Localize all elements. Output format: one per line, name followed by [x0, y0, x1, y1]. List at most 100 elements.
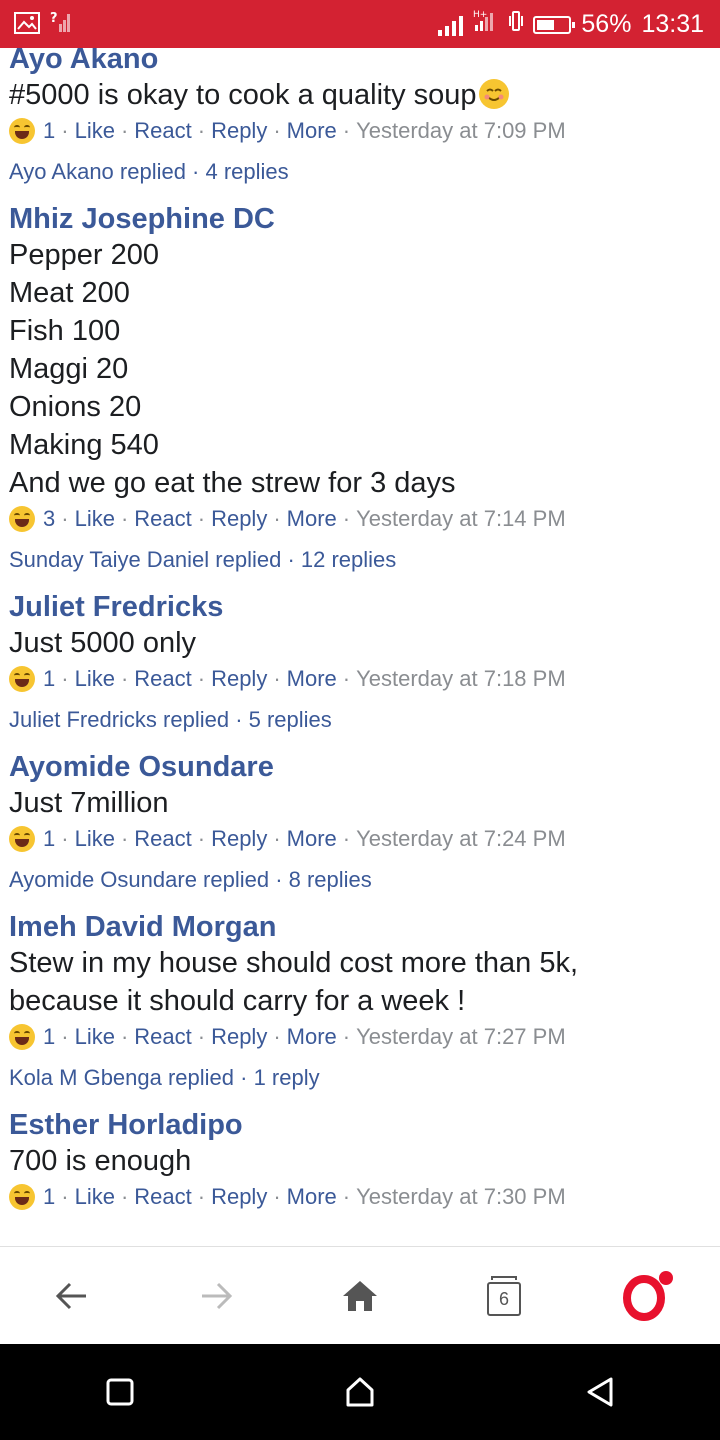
more-link[interactable]: More	[287, 1184, 337, 1210]
comment-meta: 1 · Like · React · Reply · More · Yesterday a…	[9, 822, 720, 856]
react-link[interactable]: React	[134, 1184, 191, 1210]
comment-timestamp: Yesterday at 7:14 PM	[356, 506, 566, 531]
haha-reaction-icon[interactable]	[9, 666, 35, 692]
signal-hplus-icon: H+	[473, 8, 499, 41]
comment-text: #5000 is okay to cook a quality soup	[9, 76, 720, 114]
comment-text: 700 is enough	[9, 1145, 192, 1177]
comment-text: Just 7million	[9, 787, 169, 819]
reply-link[interactable]: Reply	[211, 666, 267, 692]
comment-meta: 1 · Like · React · Reply · More · Yesterday a…	[9, 1180, 720, 1214]
react-link[interactable]: React	[134, 1024, 191, 1050]
comment: Imeh David Morgan Stew in my house shoul…	[0, 910, 720, 1096]
more-link[interactable]: More	[287, 118, 337, 144]
comment: Esther Horladipo 700 is enough 1 · Like ·…	[0, 1108, 720, 1214]
like-link[interactable]: Like	[75, 118, 115, 144]
like-link[interactable]: Like	[75, 1024, 115, 1050]
comment-author[interactable]: Juliet Fredricks	[9, 590, 720, 624]
comment-author[interactable]: Imeh David Morgan	[9, 910, 720, 944]
reaction-count[interactable]: 3	[43, 506, 55, 532]
more-link[interactable]: More	[287, 1024, 337, 1050]
comment-timestamp: Yesterday at 7:09 PM	[356, 118, 566, 143]
haha-reaction-icon[interactable]	[9, 506, 35, 532]
reaction-count[interactable]: 1	[43, 826, 55, 852]
comment-text: Pepper 200 Meat 200 Fish 100 Maggi 20 On…	[9, 239, 456, 499]
replies-link[interactable]: Kola M Gbenga replied · 1 reply	[9, 1060, 720, 1096]
battery-percent: 56%	[581, 10, 632, 38]
react-link[interactable]: React	[134, 118, 191, 144]
reply-link[interactable]: Reply	[211, 506, 267, 532]
more-link[interactable]: More	[287, 826, 337, 852]
react-link[interactable]: React	[134, 666, 191, 692]
comment-author[interactable]: Ayo Akano	[9, 48, 720, 76]
comment-meta: 1 · Like · React · Reply · More · Yesterday a…	[9, 1020, 720, 1054]
like-link[interactable]: Like	[75, 506, 115, 532]
status-bar: ? H+ 56% 13:31	[0, 0, 720, 48]
comment-author[interactable]: Esther Horladipo	[9, 1108, 720, 1142]
reply-link[interactable]: Reply	[211, 118, 267, 144]
reply-link[interactable]: Reply	[211, 1024, 267, 1050]
replies-link[interactable]: Sunday Taiye Daniel replied · 12 replies	[9, 542, 720, 578]
status-bar-left: ?	[14, 10, 72, 41]
recents-button[interactable]	[80, 1352, 160, 1432]
react-link[interactable]: React	[134, 506, 191, 532]
react-link[interactable]: React	[134, 826, 191, 852]
reaction-count[interactable]: 1	[43, 118, 55, 144]
back-triangle-icon	[587, 1377, 613, 1407]
comment: Ayomide Osundare Just 7million 1 · Like ·…	[0, 750, 720, 898]
reaction-count[interactable]: 1	[43, 1024, 55, 1050]
forward-button[interactable]	[176, 1256, 256, 1336]
comment-text: Stew in my house should cost more than 5…	[9, 947, 579, 1017]
reply-link[interactable]: Reply	[211, 1184, 267, 1210]
replies-link[interactable]: Juliet Fredricks replied · 5 replies	[9, 702, 720, 738]
comment-author[interactable]: Ayomide Osundare	[9, 750, 720, 784]
comment-meta: 1 · Like · React · Reply · More · Yesterday a…	[9, 114, 720, 148]
haha-reaction-icon[interactable]	[9, 826, 35, 852]
clock: 13:31	[641, 10, 704, 38]
smiling-face-icon	[478, 79, 509, 109]
replies-link[interactable]: Ayomide Osundare replied · 8 replies	[9, 862, 720, 898]
comment-timestamp: Yesterday at 7:18 PM	[356, 666, 566, 691]
tabs-button[interactable]: 6	[464, 1256, 544, 1336]
haha-reaction-icon[interactable]	[9, 1184, 35, 1210]
comment-meta: 3 · Like · React · Reply · More · Yesterday a…	[9, 502, 720, 536]
svg-text:?: ?	[50, 11, 58, 26]
more-link[interactable]: More	[287, 666, 337, 692]
haha-reaction-icon[interactable]	[9, 1024, 35, 1050]
like-link[interactable]: Like	[75, 1184, 115, 1210]
reaction-count[interactable]: 1	[43, 666, 55, 692]
signal-icon	[438, 14, 464, 36]
like-link[interactable]: Like	[75, 666, 115, 692]
comments-feed: Ayo Akano #5000 is okay to cook a qualit…	[0, 48, 720, 1246]
like-link[interactable]: Like	[75, 826, 115, 852]
comment-author[interactable]: Mhiz Josephine DC	[9, 202, 720, 236]
reaction-count[interactable]: 1	[43, 1184, 55, 1210]
forward-arrow-icon	[202, 1282, 233, 1310]
system-home-button[interactable]	[320, 1352, 400, 1432]
opera-logo-icon	[623, 1271, 673, 1321]
browser-bottom-bar: 6	[0, 1246, 720, 1345]
battery-level-fill	[537, 19, 555, 30]
home-button[interactable]	[320, 1256, 400, 1336]
comment-text: Just 5000 only	[9, 627, 197, 659]
back-button[interactable]	[32, 1256, 112, 1336]
comment-meta: 1 · Like · React · Reply · More · Yesterday a…	[9, 662, 720, 696]
battery-icon	[533, 15, 576, 34]
home-icon	[343, 1281, 377, 1311]
tabs-count: 6	[487, 1282, 521, 1316]
more-link[interactable]: More	[287, 506, 337, 532]
comment: Juliet Fredricks Just 5000 only 1 · Like …	[0, 590, 720, 738]
home-circle-icon	[346, 1377, 374, 1407]
back-arrow-icon	[55, 1282, 86, 1310]
system-navigation-bar	[0, 1344, 720, 1440]
recents-square-icon	[106, 1378, 134, 1406]
system-back-button[interactable]	[560, 1352, 640, 1432]
comment-timestamp: Yesterday at 7:24 PM	[356, 826, 566, 851]
reply-link[interactable]: Reply	[211, 826, 267, 852]
haha-reaction-icon[interactable]	[9, 118, 35, 144]
status-bar-right: H+ 56% 13:31	[438, 8, 704, 41]
no-sim-signal-icon: ?	[50, 10, 72, 41]
comment-timestamp: Yesterday at 7:27 PM	[356, 1024, 566, 1049]
opera-menu-button[interactable]	[608, 1256, 688, 1336]
tabs-icon: 6	[487, 1276, 521, 1316]
replies-link[interactable]: Ayo Akano replied · 4 replies	[9, 154, 720, 190]
